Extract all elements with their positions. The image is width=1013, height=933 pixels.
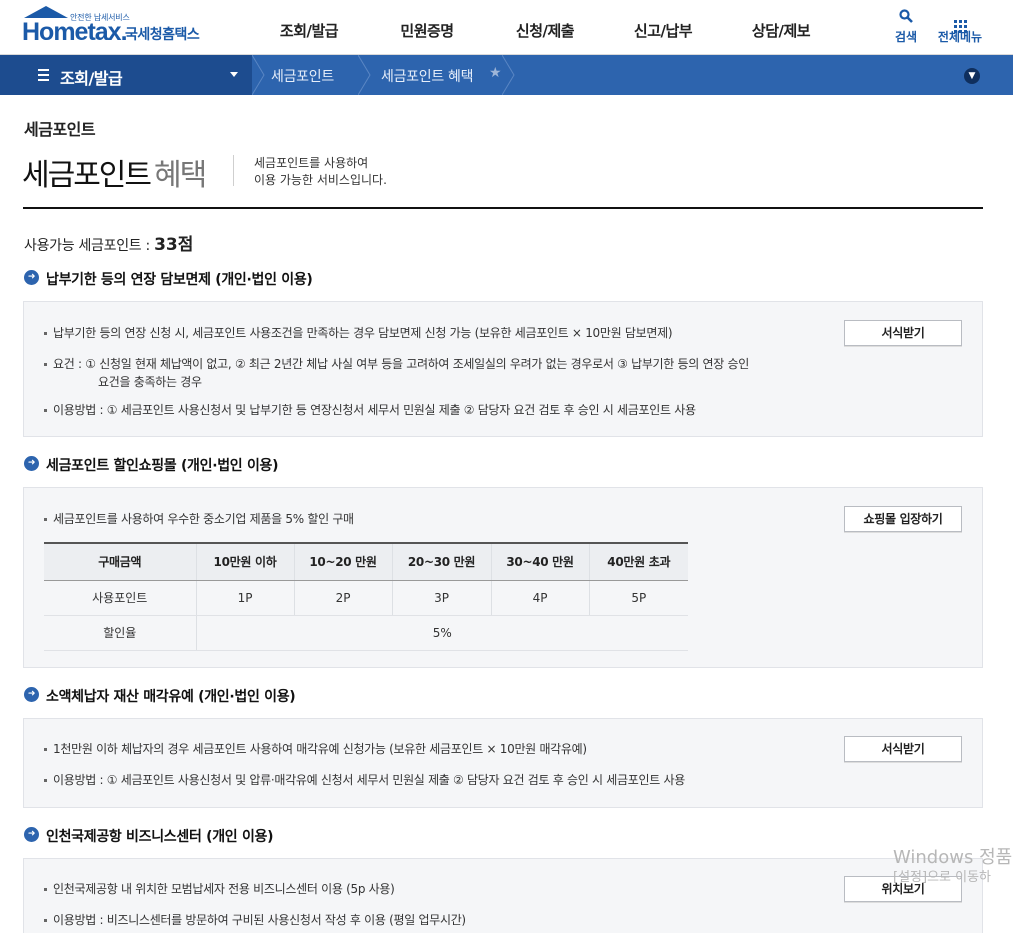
- hamburger-icon: [38, 69, 49, 84]
- section-path-title: 세금포인트: [24, 120, 96, 139]
- section-title-text: 세금포인트 할인쇼핑몰 (개인·법인 이용): [46, 458, 279, 474]
- table-cell: 할인율: [44, 615, 196, 651]
- logo-korean: 국세청홈택스: [125, 27, 200, 43]
- list-item: 1천만원 이하 체납자의 경우 세금포인트 사용하여 매각유예 신청가능 (보유…: [44, 740, 587, 758]
- list-item: 세금포인트를 사용하여 우수한 중소기업 제품을 5% 할인 구매: [44, 510, 354, 528]
- title-divider: [233, 155, 234, 186]
- section-title-text: 소액체납자 재산 매각유예 (개인·법인 이용): [46, 689, 296, 705]
- page-description: 세금포인트를 사용하여 이용 가능한 서비스입니다.: [254, 155, 387, 189]
- table-row: 할인율 5%: [44, 615, 688, 651]
- table-cell: 사용포인트: [44, 580, 196, 616]
- chevron-down-icon[interactable]: ▼: [964, 68, 980, 84]
- section-title-airport-business-center: ➜ 인천국제공항 비즈니스센터 (개인 이용): [24, 826, 274, 846]
- search-button[interactable]: 검색: [890, 8, 922, 45]
- section-box-airport-business-center: 인천국제공항 내 위치한 모범납세자 전용 비즈니스센터 이용 (5p 사용) …: [23, 858, 983, 933]
- section-title-text: 인천국제공항 비즈니스센터 (개인 이용): [46, 829, 274, 845]
- favorite-star-icon[interactable]: ★: [489, 65, 502, 81]
- breadcrumb-separator-icon: [358, 55, 372, 95]
- table-cell: 3P: [391, 580, 491, 616]
- table-header: 40만원 초과: [588, 542, 688, 581]
- arrow-circle-icon: ➜: [24, 687, 39, 702]
- section-title-text: 납부기한 등의 연장 담보면제 (개인·법인 이용): [46, 272, 313, 288]
- download-form-button[interactable]: 서식받기: [844, 320, 962, 346]
- discount-table: 구매금액 10만원 이하 10~20 만원 20~30 만원 30~40 만원 …: [44, 542, 688, 651]
- page-description-line2: 이용 가능한 서비스입니다.: [254, 173, 387, 187]
- table-cell: 5P: [588, 580, 688, 616]
- list-item: 인천국제공항 내 위치한 모범납세자 전용 비즈니스센터 이용 (5p 사용): [44, 880, 395, 898]
- page-title-sub: 혜택: [154, 158, 207, 193]
- table-header: 10만원 이하: [195, 542, 294, 581]
- page-description-line1: 세금포인트를 사용하여: [254, 156, 369, 170]
- breadcrumb-separator-icon: [502, 55, 516, 95]
- available-points-value: 33점: [154, 235, 194, 255]
- search-icon: [890, 8, 922, 28]
- all-menu-label: 전체메뉴: [937, 30, 983, 44]
- list-item: 이용방법 : ① 세금포인트 사용신청서 및 압류·매각유예 신청서 세무서 민…: [44, 771, 685, 789]
- table-cell: 1P: [195, 580, 294, 616]
- breadcrumb-separator-icon: [252, 55, 266, 95]
- list-item: 이용방법 : ① 세금포인트 사용신청서 및 납부기한 등 연장신청서 세무서 …: [44, 401, 696, 419]
- breadcrumb-tax-point[interactable]: 세금포인트: [271, 66, 334, 86]
- title-underline: [23, 207, 983, 209]
- table-row: 사용포인트 1P 2P 3P 4P 5P: [44, 580, 688, 616]
- section-box-deferral-collateral: 납부기한 등의 연장 신청 시, 세금포인트 사용조건을 만족하는 경우 담보면…: [23, 301, 983, 437]
- page-title: 세금포인트 혜택: [22, 150, 207, 194]
- available-points: 사용가능 세금포인트 : 33점: [24, 230, 193, 255]
- nav-consult-report[interactable]: 상담/제보: [722, 0, 840, 55]
- caret-down-icon: [230, 72, 238, 77]
- arrow-circle-icon: ➜: [24, 456, 39, 471]
- grid-menu-icon: [932, 8, 988, 33]
- top-header: 안전한 납세서비스 Hometax. 국세청홈택스 조회/발급 민원증명 신청/…: [0, 0, 1013, 55]
- arrow-circle-icon: ➜: [24, 827, 39, 842]
- hometax-logo[interactable]: 안전한 납세서비스 Hometax. 국세청홈택스: [22, 6, 212, 48]
- page-title-main: 세금포인트: [22, 158, 152, 193]
- table-cell: 2P: [293, 580, 392, 616]
- all-menu-button[interactable]: 전체메뉴: [932, 8, 988, 45]
- enter-mall-button[interactable]: 쇼핑몰 입장하기: [844, 506, 962, 532]
- house-roof-icon: [24, 6, 68, 18]
- nav-inquiry-issue[interactable]: 조회/발급: [250, 0, 368, 55]
- section-title-discount-mall: ➜ 세금포인트 할인쇼핑몰 (개인·법인 이용): [24, 455, 279, 475]
- location-bar: 조회/발급 세금포인트 세금포인트 혜택 ★ ▼: [0, 55, 1013, 95]
- search-label: 검색: [894, 30, 918, 44]
- section-box-sale-deferral: 1천만원 이하 체납자의 경우 세금포인트 사용하여 매각유예 신청가능 (보유…: [23, 718, 983, 808]
- location-menu-label: 조회/발급: [60, 69, 123, 88]
- nav-apply-submit[interactable]: 신청/제출: [486, 0, 604, 55]
- table-header: 구매금액: [44, 542, 196, 581]
- list-item: 요건 : ① 신청일 현재 체납액이 없고, ② 최근 2년간 체납 사실 여부…: [44, 355, 749, 391]
- global-nav: 조회/발급 민원증명 신청/제출 신고/납부 상담/제보: [250, 0, 840, 55]
- list-item-text: 요건 : ① 신청일 현재 체납액이 없고, ② 최근 2년간 체납 사실 여부…: [53, 357, 750, 371]
- arrow-circle-icon: ➜: [24, 270, 39, 285]
- table-cell: 5%: [195, 615, 688, 651]
- section-title-sale-deferral: ➜ 소액체납자 재산 매각유예 (개인·법인 이용): [24, 686, 296, 706]
- windows-watermark-line2: [설정]으로 이동하: [893, 870, 991, 885]
- list-item: 이용방법 : 비즈니스센터를 방문하여 구비된 사용신청서 작성 후 이용 (평…: [44, 911, 466, 929]
- table-cell: 4P: [490, 580, 589, 616]
- nav-civil-certificate[interactable]: 민원증명: [368, 0, 486, 55]
- breadcrumb-tax-point-benefit[interactable]: 세금포인트 혜택: [381, 66, 474, 86]
- logo-english: Hometax.: [22, 18, 128, 46]
- list-item: 납부기한 등의 연장 신청 시, 세금포인트 사용조건을 만족하는 경우 담보면…: [44, 324, 673, 342]
- table-header: 30~40 만원: [490, 542, 589, 581]
- available-points-label: 사용가능 세금포인트 :: [24, 238, 155, 254]
- nav-report-pay[interactable]: 신고/납부: [604, 0, 722, 55]
- download-form-button[interactable]: 서식받기: [844, 736, 962, 762]
- list-item-text-continued: 요건을 충족하는 경우: [98, 375, 202, 389]
- section-box-discount-mall: 세금포인트를 사용하여 우수한 중소기업 제품을 5% 할인 구매 쇼핑몰 입장…: [23, 487, 983, 668]
- table-header: 10~20 만원: [293, 542, 392, 581]
- table-header: 20~30 만원: [391, 542, 491, 581]
- location-menu-dropdown[interactable]: 조회/발급: [0, 55, 252, 95]
- table-header-row: 구매금액 10만원 이하 10~20 만원 20~30 만원 30~40 만원 …: [44, 542, 688, 581]
- section-title-deferral-collateral: ➜ 납부기한 등의 연장 담보면제 (개인·법인 이용): [24, 269, 313, 289]
